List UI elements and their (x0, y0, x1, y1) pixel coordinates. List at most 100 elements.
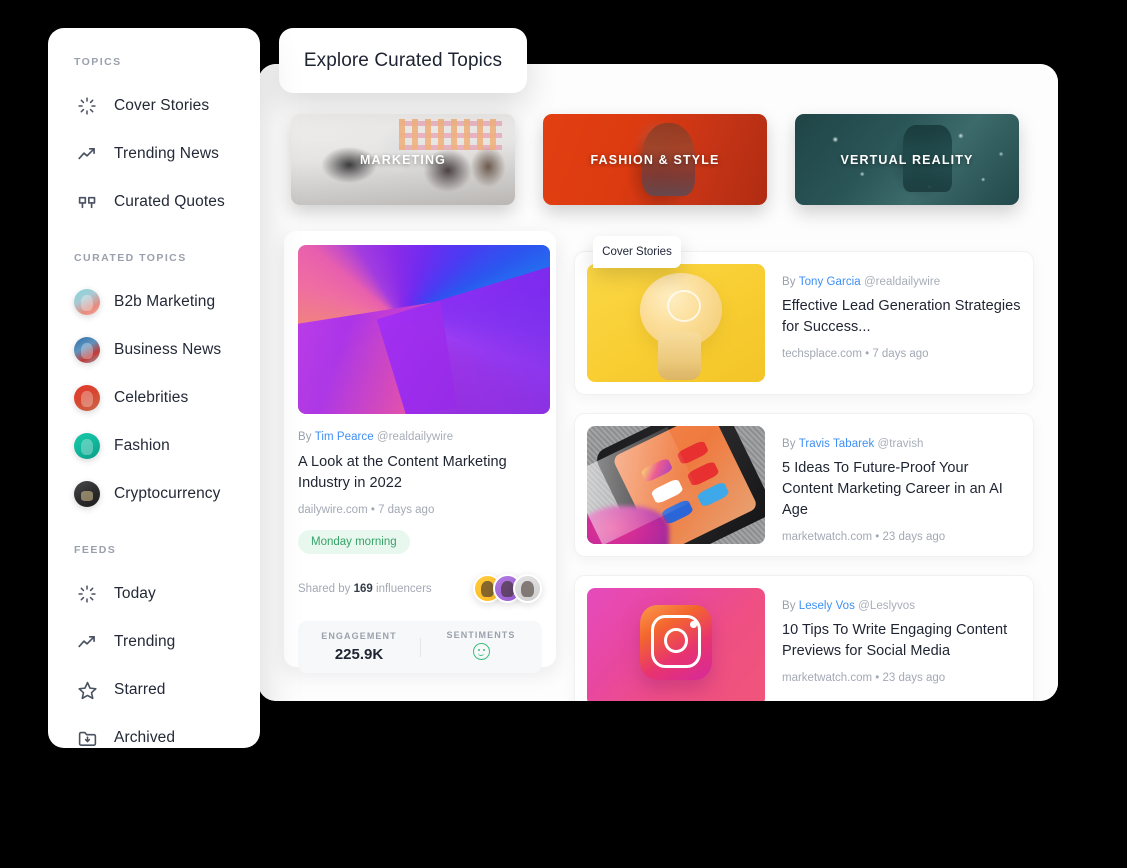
topic-card-marketing[interactable]: MARKETING (291, 114, 515, 205)
feature-article-image (298, 245, 550, 414)
cover-stories-tab-label: Cover Stories (602, 246, 672, 258)
article-meta: marketwatch.com • 23 days ago (782, 672, 946, 685)
shared-suffix: influencers (376, 582, 432, 595)
avatar (74, 337, 100, 363)
sidebar-item-label: Starred (114, 681, 166, 698)
stat-engagement: ENGAGEMENT 225.9K (298, 631, 420, 663)
topic-card-label: VERTUAL REALITY (840, 152, 974, 167)
article-meta: marketwatch.com • 23 days ago (782, 531, 946, 544)
sidebar-item-label: Business News (114, 341, 222, 358)
feature-shared-row: Shared by 169 influencers (298, 574, 542, 604)
article-card-future-proof-career[interactable]: By Travis Tabarek @travish 5 Ideas To Fu… (574, 413, 1034, 557)
cover-stories-tab[interactable]: Cover Stories (593, 236, 681, 268)
article-author-link[interactable]: Travis Tabarek (799, 438, 874, 450)
sidebar-item-label: Curated Quotes (114, 193, 225, 210)
page-header-tab[interactable]: Explore Curated Topics (279, 28, 527, 93)
feature-article-meta: dailywire.com • 7 days ago (298, 504, 435, 517)
stat-label: SENTIMENTS (446, 629, 516, 640)
article-card-lead-generation[interactable]: By Tony Garcia @realdailywire Effective … (574, 251, 1034, 395)
byline-prefix: By (782, 276, 796, 288)
article-byline: By Travis Tabarek @travish (782, 438, 1021, 450)
influencer-avatar-stack[interactable] (473, 574, 542, 604)
loading-spinner-icon (74, 581, 100, 607)
sidebar-item-label: Trending (114, 633, 176, 650)
twitter-app-icon (696, 481, 730, 508)
avatar (513, 574, 542, 604)
sidebar-item-label: Trending News (114, 145, 219, 162)
stat-value: 225.9K (334, 646, 384, 664)
sidebar-item-business-news[interactable]: Business News (48, 326, 260, 374)
avatar (74, 289, 100, 315)
article-title[interactable]: 5 Ideas To Future-Proof Your Content Mar… (782, 458, 1021, 521)
star-icon (74, 677, 100, 703)
topic-card-fashion-style[interactable]: FASHION & STYLE (543, 114, 767, 205)
stat-sentiments: SENTIMENTS (420, 630, 542, 665)
article-title[interactable]: Effective Lead Generation Strategies for… (782, 296, 1021, 338)
feature-article-title[interactable]: A Look at the Content Marketing Industry… (298, 452, 542, 494)
sidebar-item-celebrities[interactable]: Celebrities (48, 374, 260, 422)
smiley-positive-icon (472, 642, 490, 660)
article-author-link[interactable]: Lesely Vos (799, 600, 855, 612)
sidebar-section-curated-topics-label: CURATED TOPICS (74, 252, 187, 264)
avatar (74, 385, 100, 411)
topic-card-vertual-reality[interactable]: VERTUAL REALITY (795, 114, 1019, 205)
stat-label: ENGAGEMENT (321, 631, 397, 642)
topic-card-label: FASHION & STYLE (590, 152, 720, 167)
feature-byline: By Tim Pearce @realdailywire (298, 431, 542, 443)
article-card-engaging-previews[interactable]: By Lesely Vos @Leslyvos 10 Tips To Write… (574, 575, 1034, 701)
sidebar-divider-gap (48, 226, 260, 252)
sidebar-item-label: Cover Stories (114, 97, 210, 114)
sidebar-item-curated-quotes[interactable]: Curated Quotes (48, 178, 260, 226)
quotes-icon (74, 189, 100, 215)
sidebar-item-cover-stories[interactable]: Cover Stories (48, 82, 260, 130)
sidebar: TOPICS Cover Stories Trending News Curat… (48, 28, 260, 748)
sidebar-item-label: Today (114, 585, 156, 602)
sidebar-item-cryptocurrency[interactable]: Cryptocurrency (48, 470, 260, 518)
sidebar-item-label: Cryptocurrency (114, 485, 221, 502)
feature-author-handle: @realdailywire (376, 431, 454, 443)
feature-stats-box: ENGAGEMENT 225.9K SENTIMENTS (298, 621, 542, 674)
article-thumbnail (587, 588, 765, 701)
byline-prefix: By (298, 431, 312, 443)
main-content-inner: MARKETING FASHION & STYLE VERTUAL REALIT… (258, 64, 1058, 701)
trending-up-icon (74, 141, 100, 167)
sidebar-item-fashion[interactable]: Fashion (48, 422, 260, 470)
loading-spinner-icon (74, 93, 100, 119)
avatar (74, 433, 100, 459)
feature-author-link[interactable]: Tim Pearce (315, 431, 374, 443)
article-meta: techsplace.com • 7 days ago (782, 348, 929, 361)
article-author-handle: @Leslyvos (858, 600, 916, 612)
article-list: By Tony Garcia @realdailywire Effective … (574, 251, 1034, 701)
article-body: By Lesely Vos @Leslyvos 10 Tips To Write… (782, 588, 1021, 701)
sidebar-item-trending-news[interactable]: Trending News (48, 130, 260, 178)
shared-by-text: Shared by 169 influencers (298, 583, 432, 595)
page-title: Explore Curated Topics (303, 49, 503, 71)
article-author-link[interactable]: Tony Garcia (799, 276, 861, 288)
topic-cards-row: MARKETING FASHION & STYLE VERTUAL REALIT… (291, 114, 1019, 205)
trending-up-icon (74, 629, 100, 655)
topic-card-label: MARKETING (359, 152, 447, 167)
sidebar-divider-gap (48, 518, 260, 544)
main-content-panel: MARKETING FASHION & STYLE VERTUAL REALIT… (258, 64, 1058, 701)
sidebar-item-trending[interactable]: Trending (48, 618, 260, 666)
app-canvas: MARKETING FASHION & STYLE VERTUAL REALIT… (0, 0, 1127, 868)
shared-prefix: Shared by (298, 582, 351, 595)
feature-article-card[interactable]: By Tim Pearce @realdailywire A Look at t… (284, 231, 556, 674)
article-thumbnail (587, 426, 765, 544)
sidebar-item-archived[interactable]: Archived (48, 714, 260, 748)
sidebar-item-label: Fashion (114, 437, 170, 454)
sidebar-item-label: Archived (114, 729, 176, 746)
article-body: By Travis Tabarek @travish 5 Ideas To Fu… (782, 426, 1021, 544)
sidebar-item-starred[interactable]: Starred (48, 666, 260, 714)
instagram-icon-dot-detail (690, 621, 697, 628)
sidebar-section-topics-label: TOPICS (74, 56, 122, 68)
article-title[interactable]: 10 Tips To Write Engaging Content Previe… (782, 620, 1021, 662)
article-author-handle: @travish (877, 438, 924, 450)
lightbulb-ring-detail (667, 289, 701, 322)
byline-prefix: By (782, 600, 796, 612)
shared-count: 169 (353, 582, 373, 595)
article-body: By Tony Garcia @realdailywire Effective … (782, 264, 1021, 382)
sidebar-item-today[interactable]: Today (48, 570, 260, 618)
sidebar-item-b2b-marketing[interactable]: B2b Marketing (48, 278, 260, 326)
byline-prefix: By (782, 438, 796, 450)
